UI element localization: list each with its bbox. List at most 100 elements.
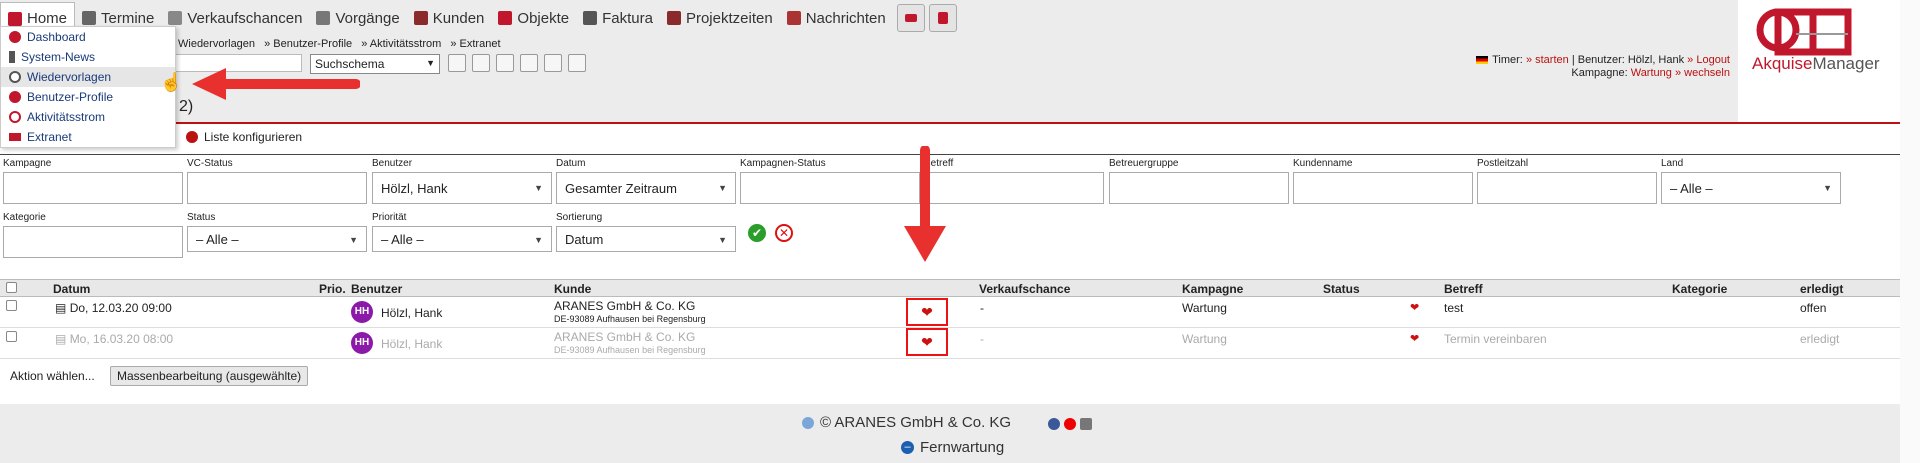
dropdown-item-aktivitaetsstrom[interactable]: Aktivitätsstrom — [1, 107, 175, 127]
filter-sortierung: Sortierung Datum — [556, 212, 736, 252]
activity-button[interactable] — [896, 4, 925, 32]
dropdown-item-wiedervorlagen[interactable]: Wiedervorlagen — [1, 67, 175, 87]
heart-icon[interactable]: ❤ — [906, 298, 948, 326]
header-kunde[interactable]: Kunde — [554, 282, 591, 296]
filter-benutzer-select[interactable]: Hölzl, Hank — [372, 172, 552, 204]
dashboard-icon — [9, 31, 21, 43]
table-header: Datum Prio. Benutzer Kunde Verkaufschanc… — [0, 279, 1900, 297]
filter-vc-status-input[interactable] — [187, 172, 367, 204]
timer-start-link[interactable]: » starten — [1526, 54, 1569, 66]
campaign-switch-link[interactable]: » wechseln — [1675, 67, 1730, 79]
clipboard-icon[interactable] — [496, 54, 514, 72]
filter-kundenname: Kundenname — [1293, 158, 1473, 204]
people-icon[interactable] — [448, 54, 466, 72]
row-kunde[interactable]: ARANES GmbH & Co. KG — [554, 299, 695, 313]
row-erledigt: offen — [1800, 301, 1827, 315]
dropdown-item-system-news-label: System-News — [21, 50, 96, 64]
filter-land: Land – Alle – — [1661, 158, 1841, 204]
nav-faktura[interactable]: Faktura — [576, 2, 660, 34]
report-button[interactable] — [928, 4, 957, 32]
nav-vorgaenge[interactable]: Vorgänge — [309, 2, 406, 34]
header-verkaufschance[interactable]: Verkaufschance — [979, 282, 1070, 296]
clock-icon — [9, 71, 21, 83]
dropdown-item-dashboard[interactable]: Dashboard — [1, 27, 175, 47]
xing-icon[interactable] — [1080, 418, 1092, 430]
filter-kampagnen-status-input[interactable] — [740, 172, 920, 204]
heart-icon: ❤ — [1410, 302, 1420, 314]
campaign-value[interactable]: Wartung — [1631, 67, 1672, 79]
header-prio[interactable]: Prio. — [319, 282, 346, 296]
clipboard-icon — [316, 11, 331, 25]
action-label[interactable]: Aktion wählen... — [10, 369, 95, 383]
breadcrumb-benutzer-profile[interactable]: » Benutzer-Profile — [264, 38, 352, 50]
breadcrumb-aktivitaetsstrom[interactable]: » Aktivitätsstrom — [361, 38, 441, 50]
nav-kunden-label: Kunden — [432, 9, 485, 27]
configure-list-link[interactable]: Liste konfigurieren — [186, 130, 302, 144]
mass-edit-button[interactable]: Massenbearbeitung (ausgewählte) — [110, 366, 309, 386]
filter-kategorie-input[interactable] — [3, 226, 183, 258]
user-info: Timer: » starten | Benutzer: Hölzl, Hank… — [1476, 54, 1730, 80]
filter-status-label: Status — [187, 212, 216, 223]
header-benutzer[interactable]: Benutzer — [351, 282, 402, 296]
filter-betreuergruppe-input[interactable] — [1109, 172, 1289, 204]
chart-icon[interactable] — [472, 54, 490, 72]
row-betreff[interactable]: Termin vereinbaren — [1444, 332, 1547, 346]
filter-kategorie-label: Kategorie — [3, 212, 46, 223]
nav-projektzeiten[interactable]: Projektzeiten — [660, 2, 780, 34]
filter-postleitzahl-input[interactable] — [1477, 172, 1657, 204]
row-betreff[interactable]: test — [1444, 301, 1463, 315]
filter-betreff-label: Betreff — [924, 158, 954, 169]
invoice-icon[interactable] — [568, 54, 586, 72]
dropdown-item-benutzer-profile[interactable]: Benutzer-Profile — [1, 87, 175, 107]
filter-land-select[interactable]: – Alle – — [1661, 172, 1841, 204]
filter-kampagne-label: Kampagne — [3, 158, 52, 169]
row-erledigt: erledigt — [1800, 332, 1840, 346]
nav-faktura-label: Faktura — [602, 9, 653, 27]
breadcrumb-extranet[interactable]: » Extranet — [450, 38, 500, 50]
filter-status-select[interactable]: – Alle – — [187, 226, 367, 252]
document-icon[interactable] — [544, 54, 562, 72]
dropdown-item-extranet[interactable]: Extranet — [1, 127, 175, 147]
reset-filter-button[interactable]: ✕ — [775, 224, 793, 242]
header-kampagne[interactable]: Kampagne — [1182, 282, 1243, 296]
filter-datum-label: Datum — [556, 158, 586, 169]
apply-filter-button[interactable]: ✔ — [748, 224, 766, 242]
select-all-checkbox[interactable] — [6, 282, 17, 293]
filter-kampagne-input[interactable] — [3, 172, 183, 204]
nav-kunden[interactable]: Kunden — [407, 2, 492, 34]
filter-sortierung-select[interactable]: Datum — [556, 226, 736, 252]
row-date-text: Do, 12.03.20 09:00 — [69, 301, 172, 315]
filter-benutzer-label: Benutzer — [372, 158, 413, 169]
header-datum[interactable]: Datum — [53, 282, 90, 296]
filter-betreff-input[interactable] — [924, 172, 1104, 204]
phone-icon — [498, 11, 513, 25]
youtube-icon[interactable] — [1064, 418, 1076, 430]
lock-icon[interactable] — [520, 54, 538, 72]
nav-nachrichten[interactable]: Nachrichten — [780, 2, 893, 34]
header-erledigt[interactable]: erledigt — [1800, 282, 1843, 296]
row-checkbox[interactable] — [6, 300, 17, 311]
heart-icon: ❤ — [1410, 333, 1420, 345]
filter-land-label: Land — [1661, 158, 1684, 169]
heart-icon[interactable]: ❤ — [906, 328, 948, 356]
breadcrumb-wiedervorlagen[interactable]: Wiedervorlagen — [178, 38, 255, 50]
nav-home-label: Home — [27, 10, 68, 27]
dropdown-item-system-news[interactable]: System-News — [1, 47, 175, 67]
nav-verkaufschancen[interactable]: Verkaufschancen — [161, 2, 309, 34]
table-row[interactable]: ▤ Do, 12.03.20 09:00 HH Hölzl, Hank ARAN… — [0, 298, 1900, 328]
header-kategorie[interactable]: Kategorie — [1672, 282, 1727, 296]
user-label: | Benutzer: Hölzl, Hank — [1571, 54, 1685, 66]
filter-kundenname-input[interactable] — [1293, 172, 1473, 204]
table-row[interactable]: ▤ Mo, 16.03.20 08:00 HH Hölzl, Hank ARAN… — [0, 328, 1900, 359]
aranes-icon — [802, 416, 814, 429]
facebook-icon[interactable] — [1048, 418, 1060, 430]
header-betreff[interactable]: Betreff — [1444, 282, 1483, 296]
nav-objekte[interactable]: Objekte — [491, 2, 576, 34]
header-status[interactable]: Status — [1323, 282, 1360, 296]
logout-link[interactable]: » Logout — [1687, 54, 1730, 66]
remote-maintenance-link[interactable]: – Fernwartung — [901, 439, 1004, 456]
filter-prioritaet-select[interactable]: – Alle – — [372, 226, 552, 252]
filter-datum-select[interactable]: Gesamter Zeitraum — [556, 172, 736, 204]
row-kunde[interactable]: ARANES GmbH & Co. KG — [554, 330, 695, 344]
row-checkbox[interactable] — [6, 331, 17, 342]
